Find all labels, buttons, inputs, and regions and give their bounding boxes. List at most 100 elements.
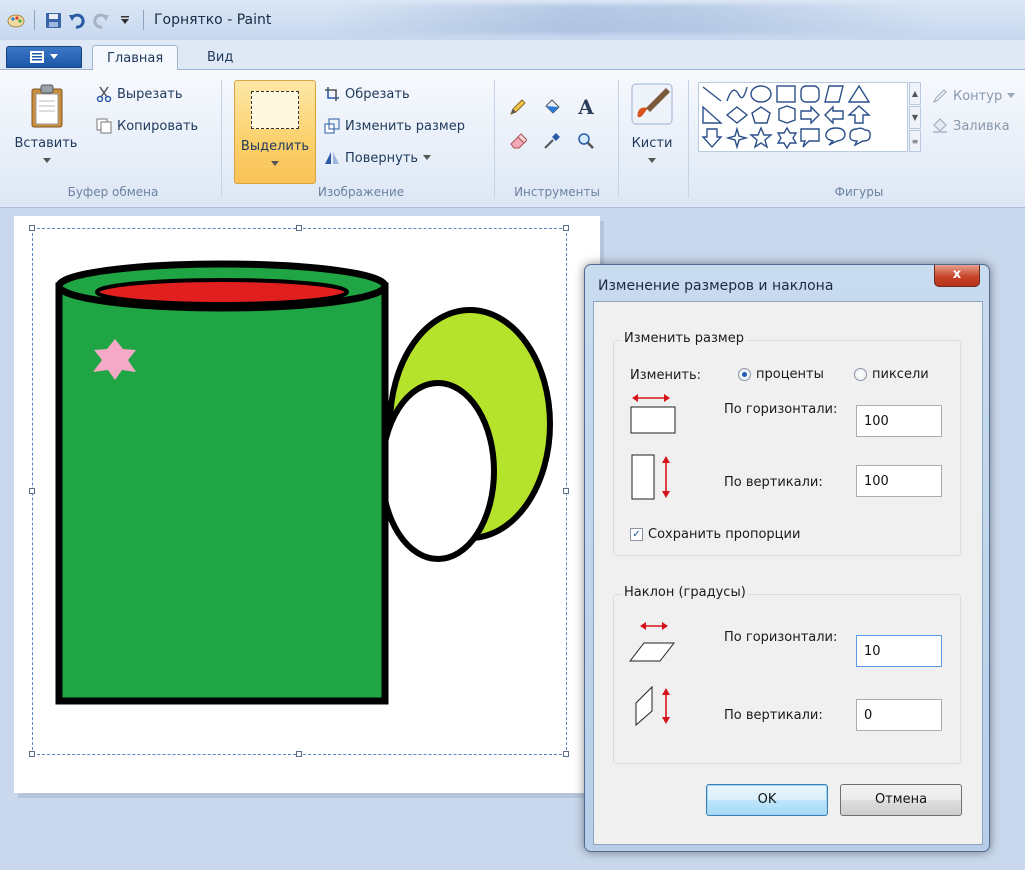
- select-button[interactable]: Выделить: [234, 80, 316, 184]
- rect-callout-shape-icon: [800, 128, 820, 148]
- resize-label: Изменить размер: [345, 118, 465, 134]
- tab-home[interactable]: Главная: [92, 45, 179, 71]
- ribbon: Вставить Вырезать Копировать Буфер обмен…: [0, 70, 1025, 208]
- five-point-star-shape-icon: [749, 126, 773, 149]
- shapes-scroll-up[interactable]: ▲: [909, 82, 921, 105]
- cut-button[interactable]: Вырезать: [96, 86, 183, 102]
- selection-handle[interactable]: [563, 225, 569, 231]
- selection-handle[interactable]: [29, 225, 35, 231]
- rotate-button[interactable]: Повернуть: [324, 150, 432, 166]
- shapes-scroll-down[interactable]: ▼: [909, 106, 921, 129]
- resize-group: Изменить размер Изменить: проценты пиксе…: [613, 331, 961, 556]
- left-arrow-shape-icon: [824, 105, 844, 125]
- skew-vertical-label: По вертикали:: [724, 708, 823, 723]
- close-button[interactable]: x: [934, 265, 980, 287]
- ok-button[interactable]: OK: [706, 784, 828, 816]
- crop-button[interactable]: Обрезать: [324, 86, 410, 102]
- vertical-resize-icon: [631, 454, 670, 500]
- color-picker-tool[interactable]: [541, 130, 563, 152]
- tab-view[interactable]: Вид: [193, 45, 247, 71]
- chevron-down-icon: [1007, 93, 1016, 98]
- group-separator: [221, 80, 222, 198]
- rotate-label: Повернуть: [345, 150, 419, 166]
- selection-handle[interactable]: [563, 751, 569, 757]
- rounded-rectangle-shape-icon: [800, 85, 820, 103]
- text-tool[interactable]: A: [575, 95, 597, 119]
- selection-handle[interactable]: [29, 488, 35, 494]
- cancel-button[interactable]: Отмена: [840, 784, 962, 816]
- vertical-skew-icon: [635, 685, 670, 727]
- six-point-star-shape-icon: [776, 126, 798, 150]
- select-rectangle-icon: [251, 91, 299, 129]
- app-menu-button[interactable]: [6, 46, 82, 68]
- line-shape-icon: [702, 86, 722, 102]
- magnifier-icon: [578, 133, 594, 149]
- app-menu-icon: [30, 51, 44, 63]
- chevron-down-icon: [423, 155, 432, 160]
- selection-handle[interactable]: [296, 225, 302, 231]
- drawing-canvas[interactable]: [14, 216, 600, 793]
- chevron-down-icon: [271, 161, 279, 166]
- horizontal-resize-icon: [630, 394, 676, 434]
- save-icon[interactable]: [43, 10, 63, 30]
- brushes-button[interactable]: Кисти: [624, 82, 680, 178]
- image-group-label: Изображение: [317, 185, 405, 199]
- up-arrow-shape-icon: [847, 105, 871, 124]
- keep-ratio-checkbox[interactable]: ✓ Сохранить пропорции: [630, 527, 800, 542]
- customize-qat-icon[interactable]: [115, 10, 135, 30]
- triangle-shape-icon: [847, 84, 871, 103]
- selection-handle[interactable]: [563, 488, 569, 494]
- undo-icon[interactable]: [67, 10, 87, 30]
- title-separator: [143, 10, 144, 30]
- resize-horizontal-input[interactable]: [856, 405, 942, 437]
- fill-shape-button[interactable]: Заливка: [932, 118, 1010, 134]
- selection-rectangle[interactable]: [32, 228, 567, 755]
- brush-icon: [631, 83, 673, 125]
- shapes-more[interactable]: ≡: [909, 130, 921, 152]
- selection-handle[interactable]: [296, 751, 302, 757]
- down-arrow-shape-icon: [701, 128, 723, 149]
- clipboard-group-label: Буфер обмена: [67, 185, 159, 199]
- fill-bucket-icon: [933, 118, 947, 133]
- outline-label: Контур: [953, 88, 1003, 104]
- copy-button[interactable]: Копировать: [96, 118, 198, 134]
- selection-handle[interactable]: [29, 751, 35, 757]
- resize-section-title: Изменить размер: [622, 331, 746, 346]
- magnifier-tool[interactable]: [575, 130, 597, 152]
- fill-tool[interactable]: [541, 96, 563, 118]
- oval-callout-shape-icon: [825, 127, 846, 146]
- checkmark-icon: ✓: [630, 528, 643, 541]
- resize-button[interactable]: Изменить размер: [324, 118, 465, 134]
- fill-label: Заливка: [953, 118, 1010, 134]
- resize-vertical-input[interactable]: [856, 465, 942, 497]
- outline-button[interactable]: Контур: [932, 88, 1016, 104]
- text-a-icon: A: [578, 95, 594, 119]
- group-separator: [688, 80, 689, 198]
- radio-selected-icon: [738, 368, 751, 381]
- chevron-down-icon: [50, 54, 58, 59]
- paint-app-icon[interactable]: [6, 10, 26, 30]
- rotate-icon: [325, 152, 339, 164]
- eraser-tool[interactable]: [507, 130, 529, 152]
- pencil-tool[interactable]: [507, 96, 529, 118]
- paste-button[interactable]: Вставить: [14, 84, 78, 174]
- select-label: Выделить: [240, 139, 310, 154]
- chevron-down-icon: [648, 158, 656, 163]
- resize-horizontal-label: По горизонтали:: [724, 402, 838, 417]
- pentagon-shape-icon: [751, 106, 771, 124]
- pixels-radio[interactable]: пиксели: [854, 367, 929, 382]
- keep-ratio-label: Сохранить пропорции: [648, 527, 801, 542]
- title-bar-glow: [330, 4, 930, 34]
- polygon-shape-icon: [824, 85, 844, 103]
- shapes-gallery[interactable]: [698, 82, 908, 152]
- percent-radio[interactable]: проценты: [738, 367, 824, 382]
- chevron-down-icon: [43, 158, 51, 163]
- pixels-label: пиксели: [872, 367, 929, 382]
- skew-vertical-input[interactable]: [856, 699, 942, 731]
- redo-icon[interactable]: [91, 10, 111, 30]
- curve-shape-icon: [726, 86, 748, 102]
- skew-horizontal-input[interactable]: [856, 635, 942, 667]
- oval-shape-icon: [750, 85, 772, 103]
- resize-icon: [324, 118, 340, 134]
- copy-label: Копировать: [117, 118, 199, 134]
